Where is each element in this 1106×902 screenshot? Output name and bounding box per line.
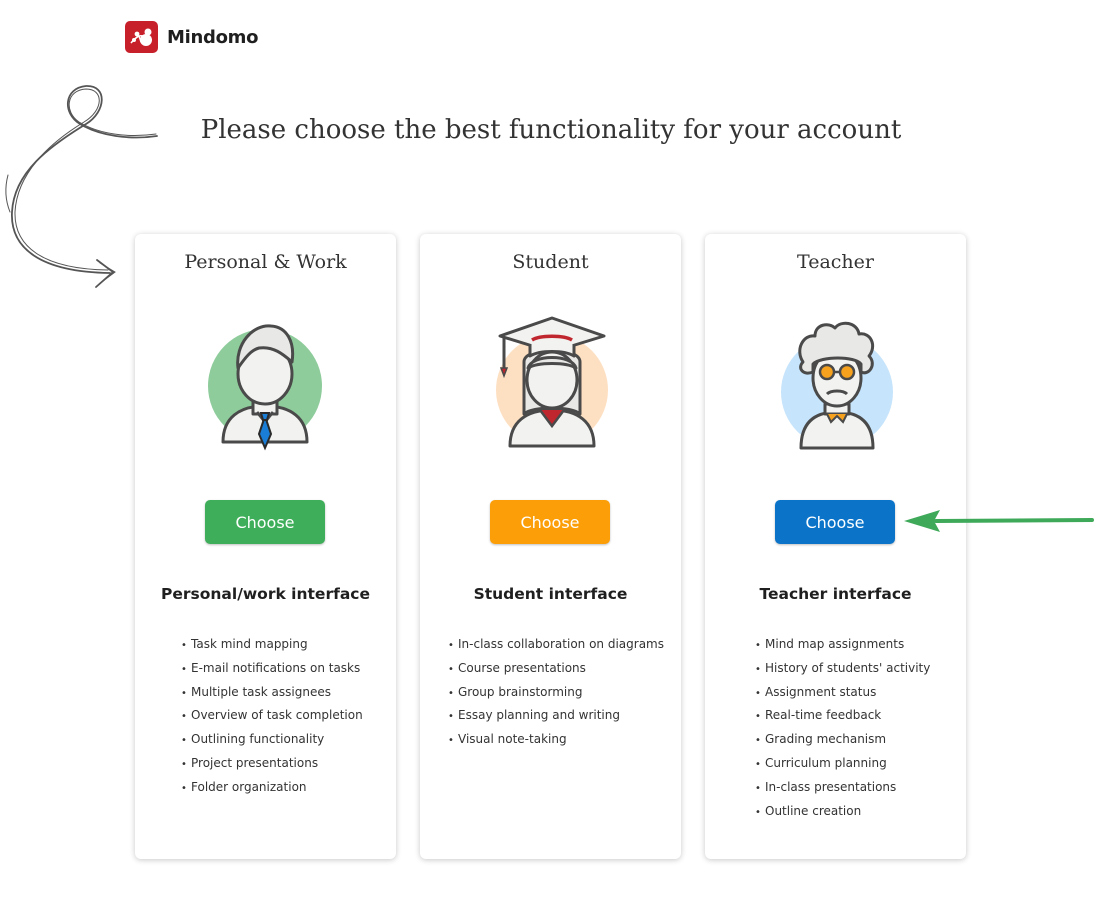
interface-title: Teacher interface bbox=[759, 585, 912, 603]
feature-list: In-class collaboration on diagrams Cours… bbox=[448, 636, 664, 755]
feature-list: Mind map assignments History of students… bbox=[755, 636, 930, 826]
feature-item: Course presentations bbox=[448, 660, 664, 684]
card-teacher: Teacher Choose Teacher interface Mind ma… bbox=[705, 234, 966, 859]
annotation-arrow-icon bbox=[904, 510, 1094, 532]
feature-item: Group brainstorming bbox=[448, 684, 664, 708]
feature-list: Task mind mapping E-mail notifications o… bbox=[181, 636, 363, 803]
feature-item: Outlining functionality bbox=[181, 731, 363, 755]
card-title: Teacher bbox=[797, 251, 874, 273]
teacher-avatar-icon bbox=[781, 321, 893, 450]
mindomo-logo-icon bbox=[125, 21, 158, 53]
brand-name: Mindomo bbox=[167, 26, 259, 48]
choose-personal-work-button[interactable]: Choose bbox=[205, 500, 325, 544]
feature-item: Curriculum planning bbox=[755, 755, 930, 779]
feature-item: Multiple task assignees bbox=[181, 684, 363, 708]
interface-title: Student interface bbox=[473, 585, 628, 603]
feature-item: In-class presentations bbox=[755, 779, 930, 803]
account-type-page: Mindomo Please choose the best functiona… bbox=[0, 0, 1106, 902]
mindomo-logo[interactable]: Mindomo bbox=[125, 21, 258, 53]
feature-item: In-class collaboration on diagrams bbox=[448, 636, 664, 660]
card-student: Student Choose Student interface In-clas… bbox=[420, 234, 681, 859]
choose-student-button[interactable]: Choose bbox=[490, 500, 610, 544]
feature-item: Project presentations bbox=[181, 755, 363, 779]
feature-item: Overview of task completion bbox=[181, 707, 363, 731]
feature-item: Essay planning and writing bbox=[448, 707, 664, 731]
card-title: Student bbox=[512, 251, 589, 273]
feature-item: Outline creation bbox=[755, 803, 930, 827]
interface-title: Personal/work interface bbox=[161, 585, 370, 603]
feature-item: Visual note-taking bbox=[448, 731, 664, 755]
choose-teacher-button[interactable]: Choose bbox=[775, 500, 895, 544]
graduate-student-avatar-icon bbox=[496, 316, 608, 448]
feature-item: Real-time feedback bbox=[755, 707, 930, 731]
page-headline: Please choose the best functionality for… bbox=[200, 115, 902, 145]
card-title: Personal & Work bbox=[184, 251, 347, 273]
feature-item: Mind map assignments bbox=[755, 636, 930, 660]
feature-item: Folder organization bbox=[181, 779, 363, 803]
feature-item: History of students' activity bbox=[755, 660, 930, 684]
feature-item: Task mind mapping bbox=[181, 636, 363, 660]
feature-item: Grading mechanism bbox=[755, 731, 930, 755]
feature-item: Assignment status bbox=[755, 684, 930, 708]
feature-item: E-mail notifications on tasks bbox=[181, 660, 363, 684]
card-personal-work: Personal & Work Choose Personal/work int… bbox=[135, 234, 396, 859]
businessman-avatar-icon bbox=[208, 324, 322, 451]
